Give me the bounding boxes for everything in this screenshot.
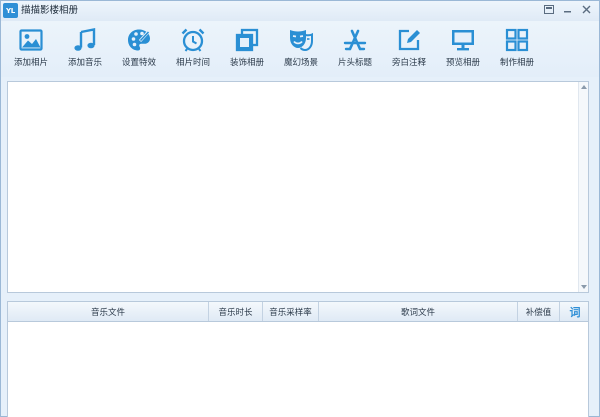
main-toolbar: 添加相片 添加音乐 设置特效 相片时间 装饰相册 魔幻场景 片头标题 旁白注释 … [1, 21, 599, 77]
scroll-up-icon[interactable] [580, 83, 588, 91]
opening-title-button[interactable]: 片头标题 [328, 27, 382, 75]
preview-album-button[interactable]: 预览相册 [436, 27, 490, 75]
edit-icon [398, 29, 420, 51]
photo-list-scrollbar[interactable] [578, 82, 588, 292]
photo-time-button[interactable]: 相片时间 [166, 27, 220, 75]
add-music-label: 添加音乐 [67, 58, 102, 68]
window-title: 描描影楼相册 [21, 5, 79, 16]
music-list-panel[interactable]: 音乐文件 音乐时长 音乐采样率 歌词文件 补偿值 词 [7, 301, 589, 417]
image-icon [19, 29, 43, 51]
narration-note-label: 旁白注释 [391, 58, 426, 68]
minimize-icon[interactable] [560, 3, 575, 16]
add-music-button[interactable]: 添加音乐 [58, 27, 112, 75]
decorate-album-button[interactable]: 装饰相册 [220, 27, 274, 75]
decorate-album-label: 装饰相册 [229, 58, 264, 68]
magic-scene-label: 魔幻场景 [283, 58, 318, 68]
column-music-duration[interactable]: 音乐时长 [209, 302, 263, 321]
palette-icon [128, 29, 151, 51]
music-note-icon [74, 28, 96, 51]
make-album-label: 制作相册 [499, 58, 534, 68]
opening-title-label: 片头标题 [337, 58, 372, 68]
grid-icon [505, 28, 529, 52]
theater-mask-icon [290, 30, 313, 52]
photo-time-label: 相片时间 [175, 58, 210, 68]
set-effects-button[interactable]: 设置特效 [112, 27, 166, 75]
magic-scene-button[interactable]: 魔幻场景 [274, 27, 328, 75]
app-store-icon [343, 29, 367, 51]
add-photo-label: 添加相片 [13, 58, 48, 68]
alarm-clock-icon [181, 28, 205, 52]
lyrics-button[interactable]: 词 [566, 303, 584, 320]
preview-album-label: 预览相册 [445, 58, 480, 68]
app-logo-icon: YL [3, 3, 18, 18]
close-icon[interactable] [579, 3, 594, 16]
skin-icon[interactable] [541, 3, 556, 16]
column-offset[interactable]: 补偿值 [518, 302, 560, 321]
set-effects-label: 设置特效 [121, 58, 156, 68]
photo-list-panel[interactable] [7, 81, 589, 293]
music-table-header: 音乐文件 音乐时长 音乐采样率 歌词文件 补偿值 词 [8, 302, 588, 322]
column-music-file[interactable]: 音乐文件 [8, 302, 209, 321]
narration-note-button[interactable]: 旁白注释 [382, 27, 436, 75]
make-album-button[interactable]: 制作相册 [490, 27, 544, 75]
column-sample-rate[interactable]: 音乐采样率 [263, 302, 319, 321]
monitor-icon [452, 30, 474, 51]
column-lyric-file[interactable]: 歌词文件 [319, 302, 518, 321]
app-window: YL 描描影楼相册 添加相片 添加音乐 设置特效 相片时间 装饰相册 魔幻场景 … [0, 0, 600, 417]
scroll-down-icon[interactable] [580, 283, 588, 291]
add-photo-button[interactable]: 添加相片 [4, 27, 58, 75]
title-bar[interactable]: YL 描描影楼相册 [1, 1, 599, 21]
layers-icon [235, 28, 259, 52]
